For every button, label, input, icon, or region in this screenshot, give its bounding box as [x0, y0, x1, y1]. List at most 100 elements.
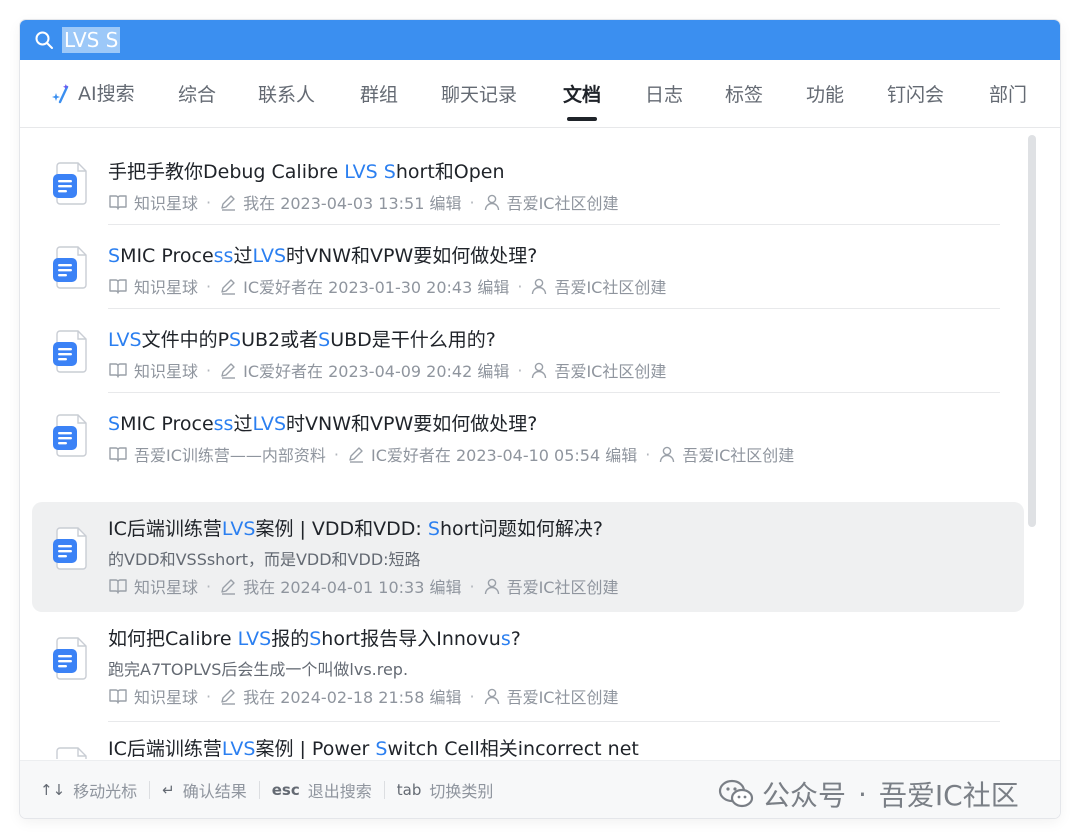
knowledge-base-text: 吾爱IC训练营——内部资料 [134, 446, 326, 465]
title-text: UBD是干什么用的? [330, 329, 496, 351]
title-text: 案例 | Power [255, 738, 376, 759]
search-input[interactable]: LVS S [62, 27, 121, 53]
edited-info: IC爱好者在 2023-01-30 20:43 编辑 [219, 274, 509, 298]
search-bar[interactable]: LVS S [20, 20, 1060, 60]
tab-label: 功能 [806, 84, 845, 106]
result-meta: 知识星球 · 我在 2023-04-03 13:51 编辑 · 吾爱IC社区创建 [108, 191, 618, 213]
result-item[interactable]: LVS文件中的PSUB2或者SUBD是干什么用的? 知识星球 · IC爱好者在 202… [32, 309, 1024, 393]
wechat-icon [718, 779, 754, 808]
tab-groups[interactable]: 群组 [360, 60, 398, 128]
separator-dot: · [206, 276, 212, 296]
separator-dot: · [206, 192, 212, 212]
pencil-icon [219, 361, 243, 379]
separator-dot: · [517, 360, 523, 380]
pencil-icon [219, 193, 243, 211]
tab-features[interactable]: 功能 [806, 60, 844, 128]
edited-info-text: IC爱好者在 2023-04-09 20:42 编辑 [243, 362, 510, 381]
result-item[interactable]: IC后端训练营LVS案例 | Power Switch Cell相关incorr… [32, 722, 1024, 759]
tab-ai-search[interactable]: AI搜索 [50, 60, 135, 128]
tab-label: 综合 [178, 84, 217, 106]
match-highlight: LVS [252, 413, 287, 435]
edited-info: 我在 2024-02-18 21:58 编辑 [219, 684, 461, 708]
result-item[interactable]: 如何把Calibre LVS报的Short报告导入Innovus? 跑完A7TOP… [32, 612, 1024, 722]
edited-info: 我在 2024-04-01 10:33 编辑 [219, 574, 461, 598]
result-title[interactable]: SMIC Process过LVS时VNW和VPW要如何做处理? [108, 411, 537, 437]
title-text: 如何把Calibre [108, 628, 238, 650]
tab-documents[interactable]: 文档 [563, 60, 601, 128]
match-highlight: S [427, 518, 440, 540]
document-icon [52, 411, 92, 459]
tab-label: 日志 [645, 84, 684, 106]
creator-info-text: 吾爱IC社区创建 [682, 446, 795, 465]
creator-info-text: 吾爱IC社区创建 [506, 194, 619, 213]
pencil-icon [219, 687, 243, 705]
tab-key-label: tab [396, 780, 422, 799]
tab-contacts[interactable]: 联系人 [258, 60, 315, 128]
result-title[interactable]: LVS文件中的PSUB2或者SUBD是干什么用的? [108, 327, 496, 353]
knowledge-base: 知识星球 [108, 358, 198, 382]
tab-label: 聊天记录 [441, 84, 518, 106]
divider [149, 780, 151, 799]
title-text: IC后端训练营 [108, 518, 222, 540]
knowledge-base-text: 知识星球 [134, 688, 199, 707]
book-icon [108, 577, 134, 595]
title-text: 过 [233, 245, 253, 267]
pencil-icon [347, 445, 371, 463]
edited-info-text: 我在 2024-04-01 10:33 编辑 [243, 578, 462, 597]
user-icon [483, 687, 507, 705]
result-item[interactable]: SMIC Process过LVS时VNW和VPW要如何做处理? 知识星球 · IC爱好… [32, 225, 1024, 309]
book-icon [108, 361, 134, 379]
result-title[interactable]: 手把手教你Debug Calibre LVS Short和Open [108, 159, 505, 185]
scrollbar-thumb[interactable] [1028, 135, 1036, 527]
tab-chat-history[interactable]: 聊天记录 [441, 60, 517, 128]
search-panel: LVS S AI搜索 综合 联系人 群组 聊天记录 文档 日志 标签 功能 钉闪… [20, 20, 1060, 818]
knowledge-base: 知识星球 [108, 274, 198, 298]
ai-sparkle-icon [52, 84, 69, 104]
watermark-separator: · [858, 777, 867, 811]
pencil-icon [219, 277, 243, 295]
book-icon [108, 277, 134, 295]
title-text: hort问题如何解决? [439, 518, 603, 540]
tab-all[interactable]: 综合 [178, 60, 216, 128]
esc-key-label: esc [271, 780, 300, 799]
match-highlight: S [375, 738, 388, 759]
result-title[interactable]: IC后端训练营LVS案例 | Power Switch Cell相关incorr… [108, 736, 639, 759]
edited-info: IC爱好者在 2023-04-09 20:42 编辑 [219, 358, 509, 382]
separator-dot: · [469, 686, 475, 706]
result-snippet: 的VDD和VSSshort，而是VDD和VDD:短路 [108, 550, 421, 569]
result-item[interactable]: IC后端训练营LVS案例 | VDD和VDD: Short问题如何解决? 的VDD… [32, 502, 1024, 612]
user-icon [483, 577, 507, 595]
knowledge-base: 知识星球 [108, 574, 198, 598]
creator-info-text: 吾爱IC社区创建 [554, 278, 667, 297]
match-highlight: S [309, 628, 322, 650]
separator-dot: · [645, 444, 651, 464]
arrow-keys-icon: ↑↓ [40, 780, 66, 799]
result-title[interactable]: 如何把Calibre LVS报的Short报告导入Innovus? [108, 626, 521, 652]
match-highlight: ss [213, 413, 234, 435]
title-text: ? [510, 628, 521, 650]
tab-departments[interactable]: 部门 [989, 60, 1027, 128]
title-text: 手把手教你Debug Calibre [108, 161, 345, 183]
separator-dot: · [333, 444, 339, 464]
book-icon [108, 687, 134, 705]
tab-flash-meeting[interactable]: 钉闪会 [887, 60, 944, 128]
tab-label: 部门 [989, 84, 1028, 106]
result-item[interactable]: 手把手教你Debug Calibre LVS Short和Open 知识星球 · 我在… [32, 141, 1024, 225]
match-highlight: S [229, 329, 242, 351]
tab-logs[interactable]: 日志 [645, 60, 683, 128]
title-text: IC后端训练营 [108, 738, 222, 759]
result-title[interactable]: SMIC Process过LVS时VNW和VPW要如何做处理? [108, 243, 537, 269]
creator-info-text: 吾爱IC社区创建 [506, 688, 619, 707]
title-text: hort报告导入Innovu [321, 628, 501, 650]
edited-info-text: IC爱好者在 2023-01-30 20:43 编辑 [243, 278, 510, 297]
separator-dot: · [206, 686, 212, 706]
title-text: 过 [233, 413, 253, 435]
shortcut-move: ↑↓ 移动光标 [40, 778, 137, 802]
user-icon [483, 193, 507, 211]
creator-info: 吾爱IC社区创建 [483, 574, 618, 598]
knowledge-base-text: 知识星球 [134, 194, 199, 213]
edited-info-text: IC爱好者在 2023-04-10 05:54 编辑 [371, 446, 638, 465]
result-item[interactable]: SMIC Process过LVS时VNW和VPW要如何做处理? 吾爱IC训练营——… [32, 393, 1024, 477]
tab-tags[interactable]: 标签 [725, 60, 763, 128]
result-title[interactable]: IC后端训练营LVS案例 | VDD和VDD: Short问题如何解决? [108, 516, 603, 542]
